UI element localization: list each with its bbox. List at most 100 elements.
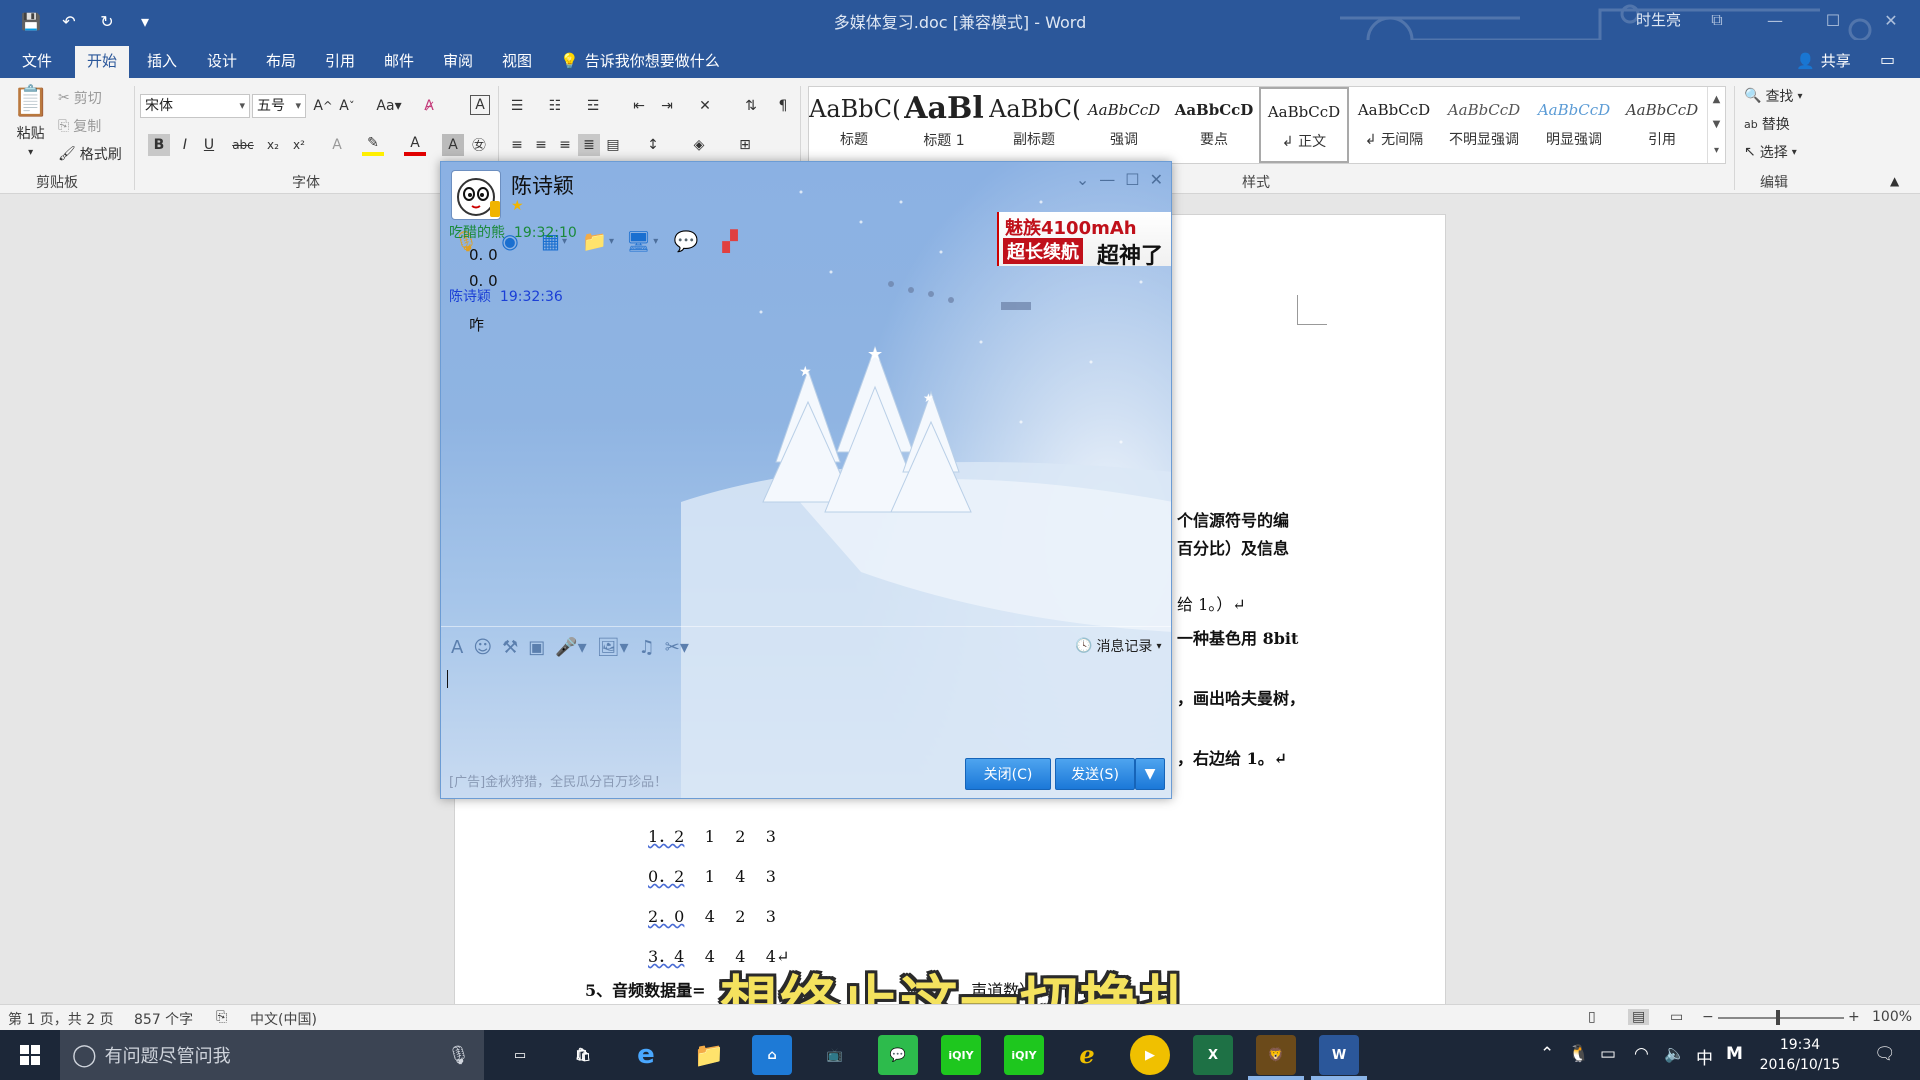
tab-view[interactable]: 视图 [490,48,544,78]
cortana-search-box[interactable]: ◯ 有问题尽管问我 🎙 [60,1030,484,1080]
ime-mode[interactable]: 中 [1696,1044,1713,1069]
style-title[interactable]: AaBbC( 标题 [809,87,899,163]
ad-banner[interactable]: 魅族4100mAh 超长续航 超神了 [997,212,1171,269]
tab-file[interactable]: 文件 [10,48,64,78]
zoom-level[interactable]: 100% [1872,1009,1912,1025]
maximize-icon[interactable]: ☐ [1125,170,1139,189]
excel-icon[interactable]: X [1193,1035,1233,1075]
cut-button[interactable]: ✂ 剪切 [58,88,102,108]
screenshot-icon[interactable]: ✂▾ [665,637,689,658]
style-quote[interactable]: AaBbCcD 引用 [1619,87,1705,163]
underline-icon[interactable]: U [198,134,220,156]
file-explorer-icon[interactable]: 📁 [689,1035,729,1075]
iqiyi-icon[interactable]: iQIY [1004,1035,1044,1075]
highlight-color-icon[interactable]: ✎ [362,134,384,156]
style-heading-1[interactable]: AaBl 标题 1 [899,87,989,163]
close-icon[interactable]: ✕ [1150,170,1163,189]
volume-icon[interactable]: 🔈 [1664,1044,1685,1064]
text-effects-icon[interactable]: A [326,134,348,156]
grow-font-icon[interactable]: A ^ [312,95,334,117]
subscript-icon[interactable]: x₂ [262,134,284,156]
format-painter-button[interactable]: 🖌 格式刷 [58,144,122,164]
magic-wand-icon[interactable]: ⚒ [502,637,518,658]
sender-name[interactable]: 吃醋的熊 [449,225,505,241]
ad-text-link[interactable]: [广告]金秋狩猎，全民瓜分百万珍品！ [449,771,667,790]
microphone-icon[interactable]: 🎙 [447,1045,470,1066]
strikethrough-icon[interactable]: abc [232,134,254,156]
wifi-icon[interactable]: ◠ [1634,1044,1649,1064]
language[interactable]: 中文(中国) [250,1009,317,1029]
font-style-icon[interactable]: A [451,637,463,658]
superscript-icon[interactable]: x² [288,134,310,156]
game-icon[interactable]: 🦁 [1256,1035,1296,1075]
message-input[interactable] [441,662,1171,752]
send-options-button[interactable]: ▼ [1135,758,1165,790]
show-hidden-icons-icon[interactable]: ⌃ [1540,1044,1554,1064]
style-no-spacing[interactable]: AaBbCcD ↲ 无间隔 [1349,87,1439,163]
read-mode-icon[interactable]: ▯ [1588,1009,1596,1025]
tab-home[interactable]: 开始 [75,46,130,78]
italic-icon[interactable]: I [174,134,196,156]
web-layout-icon[interactable]: ▭ [1670,1009,1683,1025]
character-border-icon[interactable]: A [470,95,490,115]
sort-icon[interactable]: ⇅ [740,95,762,117]
style-strong[interactable]: AaBbCcD 要点 [1169,87,1259,163]
apps-icon[interactable]: ▞ [715,226,745,256]
borders-icon[interactable]: ⊞ [734,134,756,156]
battery-icon[interactable]: ▭ [1600,1044,1616,1064]
proofing-icon[interactable]: ⎘ [216,1009,227,1025]
tab-references[interactable]: 引用 [313,48,367,78]
style-normal[interactable]: AaBbCcD ↲ 正文 [1259,87,1349,163]
paste-button[interactable]: 📋 粘贴 ▾ [12,84,49,158]
bilibili-icon[interactable]: 📺 [815,1035,855,1075]
decrease-indent-icon[interactable]: ⇤ [628,95,650,117]
bullets-icon[interactable]: ☰ [506,95,528,117]
tab-design[interactable]: 设计 [195,48,249,78]
close-chat-button[interactable]: 关闭(C) [965,758,1051,790]
copy-button[interactable]: ⎘ 复制 [58,116,101,136]
qq-browser-icon[interactable]: ⌂ [752,1035,792,1075]
task-view-icon[interactable]: ▭ [500,1035,540,1075]
collapse-ribbon-icon[interactable]: ▲ [1890,174,1899,188]
sender-name[interactable]: 陈诗颖 [449,289,491,305]
word-count[interactable]: 857 个字 [134,1009,193,1029]
change-case-button[interactable]: Aa ▾ [372,95,406,117]
chevron-down-icon[interactable]: ▼ [1713,119,1721,130]
iqiyi-icon[interactable]: iQIY [941,1035,981,1075]
zoom-slider[interactable] [1718,1017,1844,1019]
font-size-combo[interactable]: 五号 [252,94,306,118]
replace-button[interactable]: ab 替换 [1744,114,1790,134]
page-count[interactable]: 第 1 页，共 2 页 [8,1009,114,1029]
close-icon[interactable]: ✕ [1862,0,1920,40]
align-center-icon[interactable]: ≡ [530,134,552,156]
browser-icon[interactable]: ℯ [1067,1035,1107,1075]
minimize-icon[interactable]: — [1746,0,1804,40]
maximize-icon[interactable]: ☐ [1804,0,1862,40]
asian-layout-icon[interactable]: ✕ [694,95,716,117]
shading-icon[interactable]: ◈ [688,134,710,156]
tab-mailings[interactable]: 邮件 [372,48,426,78]
clear-formatting-icon[interactable]: A̷ [418,95,440,117]
tab-layout[interactable]: 布局 [254,48,308,78]
clock[interactable]: 19:34 2016/10/15 [1752,1035,1848,1075]
start-button[interactable] [0,1030,60,1080]
qq-tray-icon[interactable]: 🐧 [1568,1044,1589,1064]
print-layout-icon[interactable]: ▤ [1628,1009,1650,1025]
input-divider[interactable] [441,626,1171,627]
style-subtitle[interactable]: AaBbC( 副标题 [989,87,1079,163]
minimize-icon[interactable]: — [1099,170,1115,189]
comments-icon[interactable]: ▭ [1880,50,1895,69]
chevron-up-icon[interactable]: ▲ [1713,94,1721,105]
wechat-icon[interactable]: 💬 [878,1035,918,1075]
ribbon-display-options-icon[interactable]: ⧉ [1688,0,1746,40]
more-styles-icon[interactable]: ▾ [1714,145,1719,156]
bold-icon[interactable]: B [148,134,170,156]
select-button[interactable]: ↖ 选择 ▾ [1744,142,1797,162]
zoom-in-icon[interactable]: + [1848,1009,1860,1025]
line-spacing-icon[interactable]: ↕ [642,134,664,156]
multilevel-list-icon[interactable]: ☲ [582,95,604,117]
tab-review[interactable]: 审阅 [431,48,485,78]
find-button[interactable]: 🔍 查找 ▾ [1744,86,1802,106]
contact-avatar[interactable] [451,170,501,220]
image-icon[interactable]: 🖼▾ [597,637,629,658]
